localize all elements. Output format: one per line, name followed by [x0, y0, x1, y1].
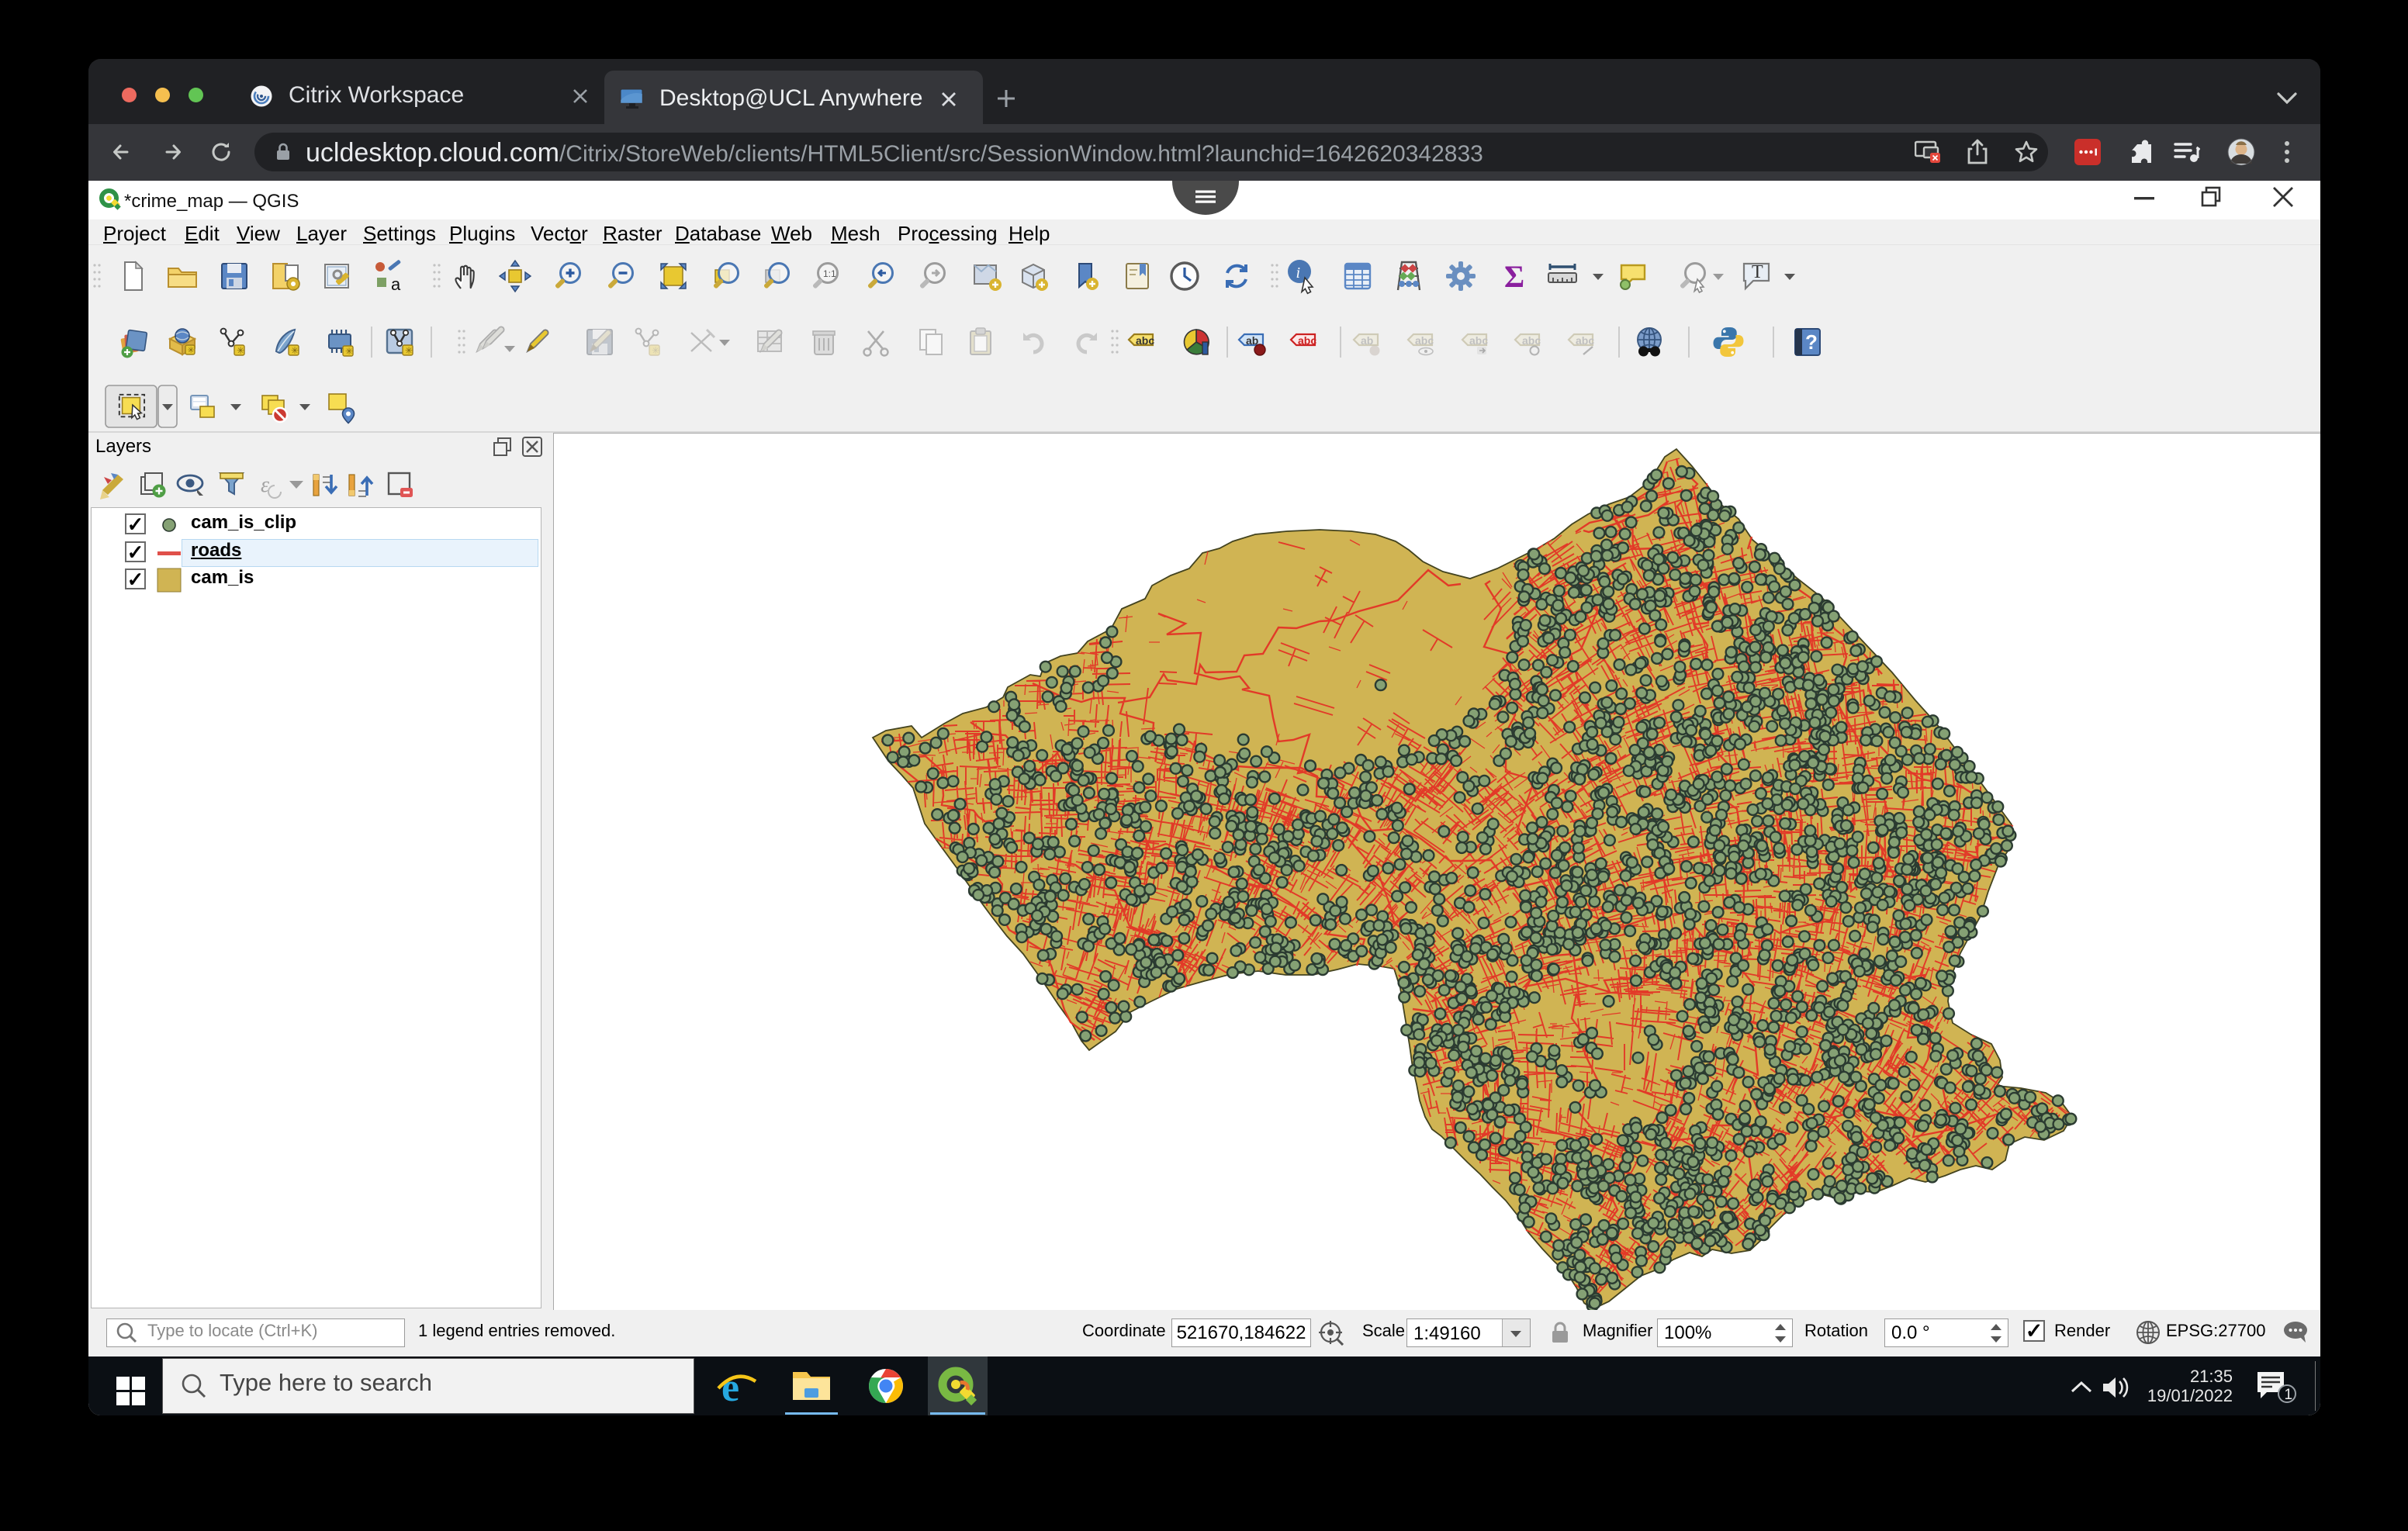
- svg-text:T: T: [1752, 262, 1763, 282]
- svg-text:✳: ✳: [652, 345, 659, 356]
- svg-text:ab: ab: [1361, 334, 1373, 347]
- svg-text:✳: ✳: [345, 346, 353, 357]
- svg-text:1: 1: [2285, 1387, 2293, 1403]
- svg-text:✳: ✳: [188, 346, 195, 355]
- svg-text:abc: abc: [1298, 334, 1316, 347]
- svg-text:Σ: Σ: [1504, 259, 1524, 294]
- svg-text:1:1: 1:1: [823, 268, 836, 279]
- svg-text:i: i: [1296, 264, 1301, 282]
- svg-text:✳: ✳: [291, 345, 299, 356]
- svg-text:abc: abc: [1576, 334, 1594, 347]
- svg-text:abc: abc: [1469, 334, 1488, 347]
- svg-text:✳: ✳: [405, 345, 413, 356]
- svg-text:abc: abc: [1415, 334, 1434, 347]
- svg-text:abc: abc: [1522, 334, 1541, 347]
- svg-text:a: a: [391, 275, 401, 294]
- svg-text:e: e: [721, 1366, 739, 1406]
- svg-text:?: ?: [1805, 330, 1818, 354]
- svg-text:✳: ✳: [237, 345, 244, 356]
- svg-text:abc: abc: [1136, 334, 1154, 347]
